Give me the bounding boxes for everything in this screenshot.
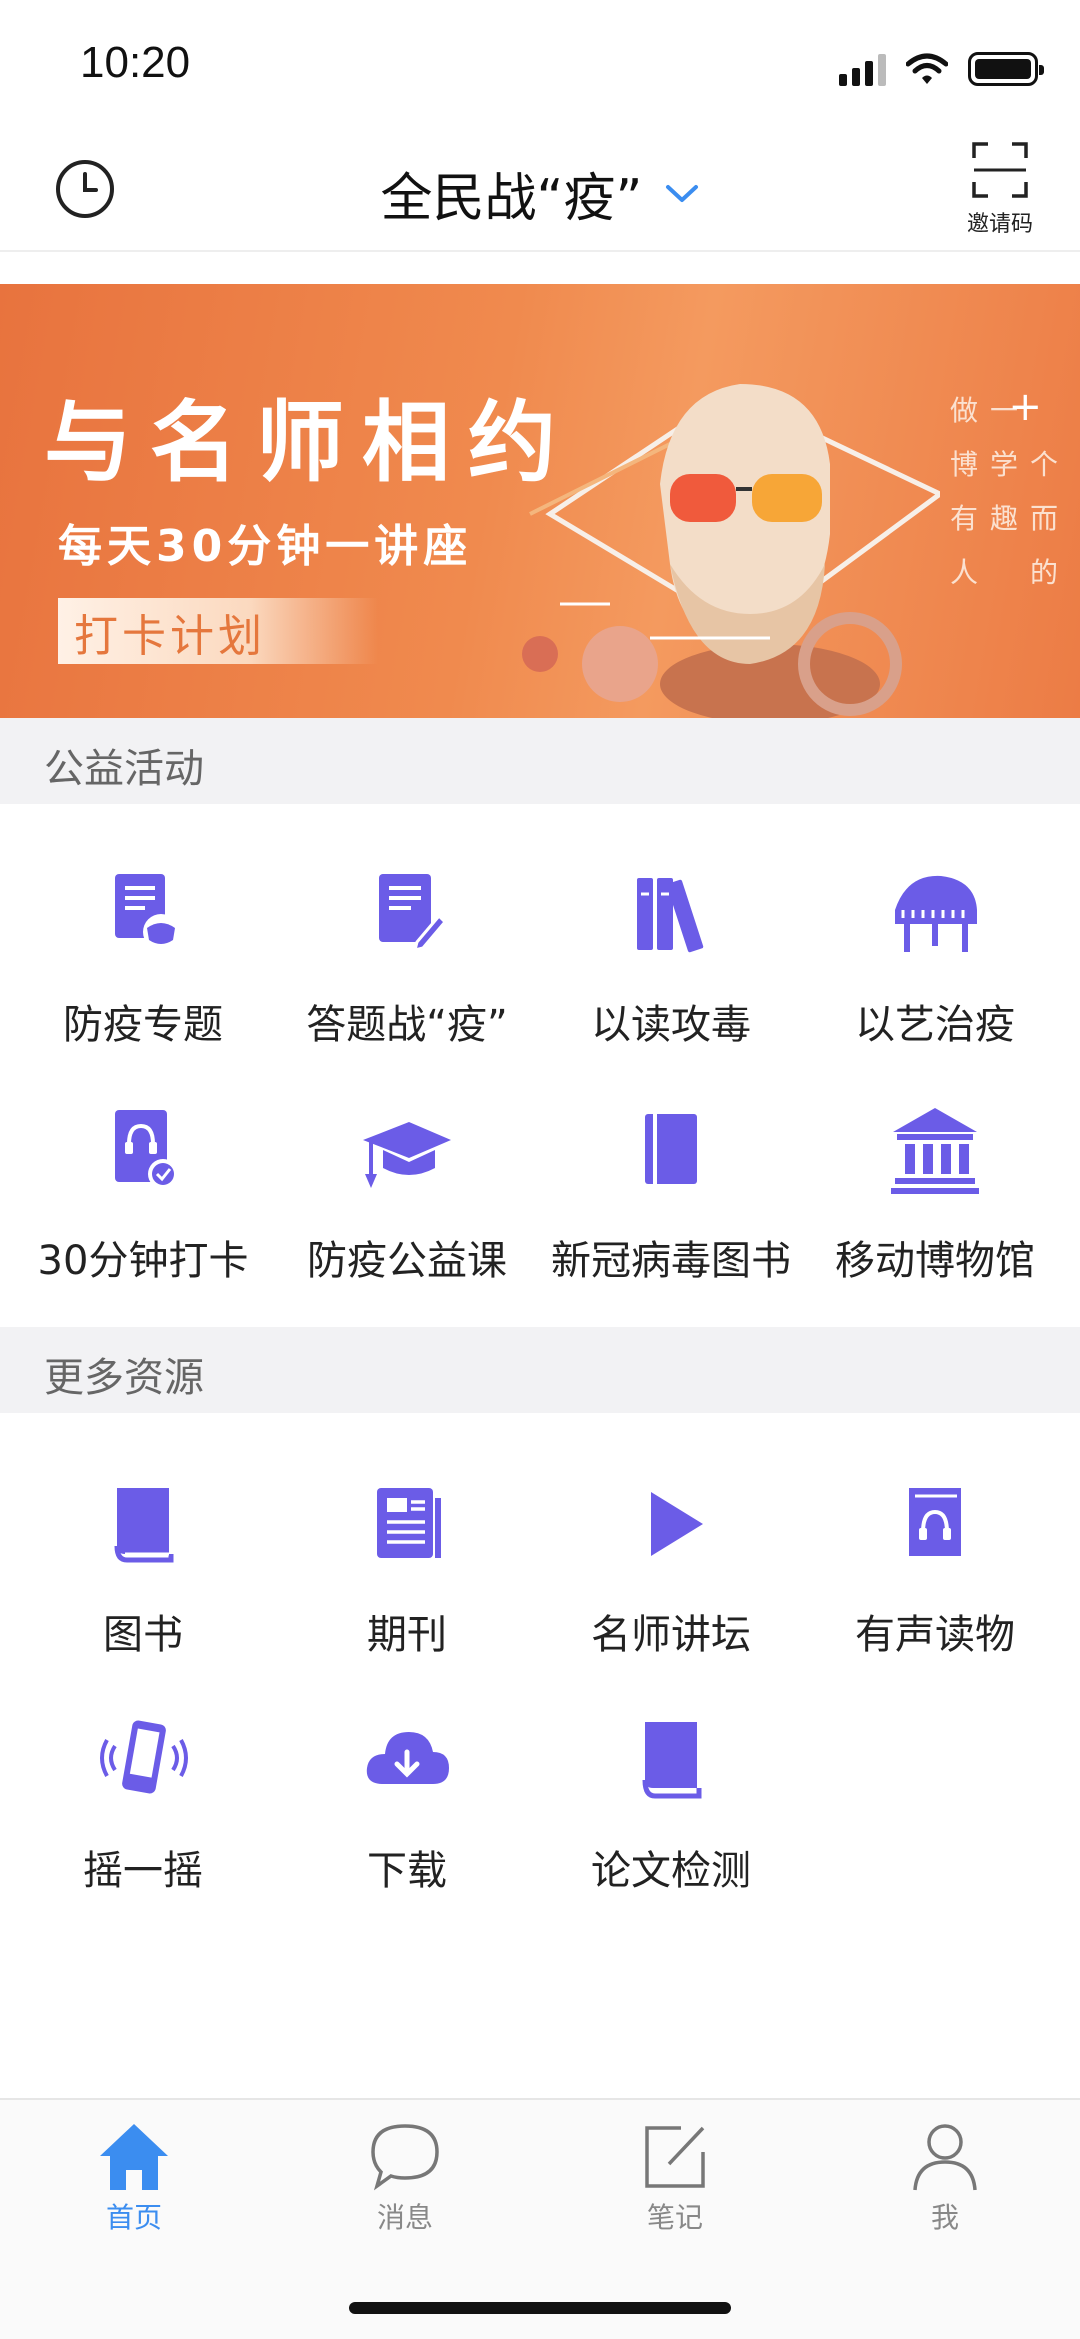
- tab-label: 首页: [105, 2201, 162, 2234]
- grid-item-lectures[interactable]: 名师讲坛: [539, 1476, 803, 1676]
- tab-label: 笔记: [646, 2201, 703, 2234]
- grid-item-label: 30分钟打卡: [37, 1238, 249, 1284]
- museum-icon: [891, 1108, 979, 1194]
- cloud-download-icon: [366, 1732, 449, 1784]
- scan-icon: [972, 142, 1028, 198]
- play-icon: [651, 1492, 703, 1556]
- grid-item-label: 图书: [103, 1612, 183, 1658]
- tab-home[interactable]: 首页: [44, 2120, 224, 2236]
- grid-item-label: 防疫专题: [63, 1002, 223, 1048]
- home-indicator[interactable]: [349, 2302, 731, 2314]
- banner-title: 与名师相约: [44, 391, 575, 494]
- paper-check-icon: [642, 1722, 702, 1799]
- grid-item-label: 以艺治疫: [855, 1002, 1015, 1048]
- grid-item-label: 答题战“疫”: [306, 1002, 508, 1048]
- grid-item-public-course[interactable]: 防疫公益课: [275, 1102, 539, 1302]
- shake-phone-icon: [100, 1720, 188, 1794]
- grid-item-anti-epidemic-topic[interactable]: 防疫专题: [11, 866, 275, 1066]
- books-icon: [637, 878, 704, 953]
- grid-item-label: 摇一摇: [83, 1848, 203, 1894]
- grid-item-audiobooks[interactable]: 有声读物: [803, 1476, 1067, 1676]
- grid-item-quiz[interactable]: 答题战“疫”: [275, 866, 539, 1066]
- banner-tag: 打卡计划: [74, 611, 266, 662]
- section-header-more-resources: 更多资源: [0, 1327, 1080, 1413]
- grid-item-art-against-epidemic[interactable]: 以艺治疫: [803, 866, 1067, 1066]
- tab-profile[interactable]: 我: [855, 2120, 1035, 2236]
- message-icon: [371, 2124, 439, 2191]
- graduation-cap-icon: [363, 1122, 451, 1188]
- profile-icon: [913, 2124, 977, 2191]
- banner-vertical-text-1: 个而的: [1029, 448, 1058, 589]
- grid-item-label: 移动博物馆: [835, 1238, 1035, 1284]
- banner-vertical-text-3: 做博有人: [949, 394, 978, 589]
- tab-notes[interactable]: 笔记: [585, 2120, 765, 2236]
- wifi-icon: [906, 53, 948, 84]
- channel-switcher[interactable]: 全民战“疫”: [0, 156, 1080, 231]
- book-icon: [645, 1114, 697, 1184]
- quiz-document-icon: [379, 874, 448, 953]
- grid-item-label: 新冠病毒图书: [551, 1238, 791, 1284]
- promo-banner[interactable]: 与名师相约 每天30分钟一讲座 打卡计划 做博有人 一学趣 个而的 +: [0, 284, 1080, 718]
- banner-subtitle: 每天30分钟一讲座: [58, 521, 473, 572]
- grid-item-label: 有声读物: [855, 1612, 1015, 1658]
- tab-messages[interactable]: 消息: [315, 2120, 495, 2236]
- section-title: 更多资源: [44, 1355, 204, 1401]
- page-title: 全民战“疫”: [380, 169, 643, 229]
- sculpture-illustration: [522, 384, 940, 718]
- grid-item-mobile-museum[interactable]: 移动博物馆: [803, 1102, 1067, 1302]
- grid-item-label: 期刊: [367, 1612, 447, 1658]
- tab-label: 消息: [376, 2201, 433, 2234]
- battery-icon: [968, 52, 1044, 86]
- grid-item-label: 防疫公益课: [307, 1238, 507, 1284]
- book-icon: [114, 1488, 174, 1563]
- tab-label: 我: [930, 2201, 959, 2234]
- grid-item-label: 名师讲坛: [591, 1612, 751, 1658]
- audiobook-icon: [909, 1488, 961, 1556]
- invite-code-label: 邀请码: [966, 212, 1033, 237]
- grid-item-covid-books[interactable]: 新冠病毒图书: [539, 1102, 803, 1302]
- grid-item-paper-check[interactable]: 论文检测: [539, 1712, 803, 1912]
- chevron-down-icon: [666, 184, 699, 202]
- status-bar: 10:20: [0, 0, 1080, 130]
- section-title: 公益活动: [44, 746, 204, 792]
- journal-icon: [377, 1488, 441, 1558]
- top-nav: 全民战“疫” 邀请码: [0, 130, 1080, 252]
- grid-item-books[interactable]: 图书: [11, 1476, 275, 1676]
- grid-item-label: 论文检测: [591, 1848, 751, 1894]
- note-icon: [645, 2126, 705, 2188]
- grid-item-shake[interactable]: 摇一摇: [11, 1712, 275, 1912]
- audio-checkin-icon: [115, 1110, 178, 1189]
- invite-code-button[interactable]: 邀请码: [960, 140, 1040, 238]
- grid-item-read-against-virus[interactable]: 以读攻毒: [539, 866, 803, 1066]
- grid-item-download[interactable]: 下载: [275, 1712, 539, 1912]
- mask-document-icon: [115, 874, 179, 950]
- grid-item-label: 下载: [367, 1848, 447, 1894]
- section-header-public-welfare: 公益活动: [0, 718, 1080, 804]
- home-icon: [100, 2124, 168, 2190]
- grid-item-journals[interactable]: 期刊: [275, 1476, 539, 1676]
- signal-icon: [839, 52, 886, 86]
- grid-item-label: 以读攻毒: [591, 1002, 751, 1048]
- grid-item-30min-checkin[interactable]: 30分钟打卡: [11, 1102, 275, 1302]
- banner-plus: +: [1008, 384, 1042, 430]
- status-time: 10:20: [80, 38, 191, 87]
- status-icons: [839, 46, 1044, 86]
- piano-icon: [895, 875, 977, 952]
